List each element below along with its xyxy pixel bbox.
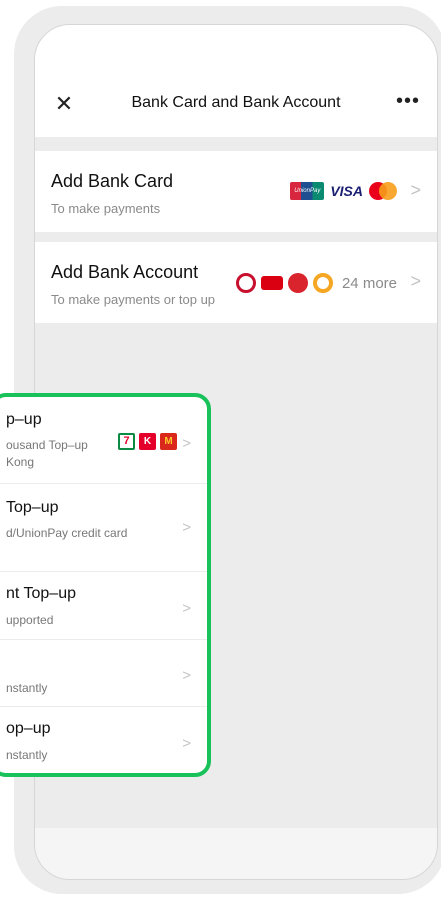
card-logos: UnionPay VISA: [290, 181, 397, 201]
topup-option-title: nt Top–up: [6, 585, 76, 602]
topup-option-subtitle: nstantly: [6, 681, 48, 695]
unionpay-logo: UnionPay: [290, 182, 325, 200]
more-banks-count: 24 more: [341, 274, 397, 292]
store-logos: 7 K M: [118, 433, 177, 450]
mcdonalds-logo: M: [160, 433, 177, 450]
topup-option-subtitle: ousand Top–up: [6, 438, 88, 452]
visa-logo: VISA: [330, 183, 363, 199]
chevron-right-icon: >: [182, 435, 191, 452]
topup-option-title: p–up: [6, 411, 42, 428]
hang-seng-logo: [287, 273, 308, 293]
hsbc-logo: [260, 276, 283, 290]
topup-option-5[interactable]: op–up nstantly >: [0, 706, 207, 773]
circle-k-logo: K: [139, 433, 156, 450]
add-bank-account-title: Add Bank Account: [51, 262, 199, 282]
topup-option-subtitle: d/UnionPay credit card: [6, 526, 128, 540]
top-up-options-overlay: p–up ousand Top–up Kong 7 K M > Top–up d…: [0, 393, 211, 777]
page-title: Bank Card and Bank Account: [131, 94, 341, 111]
add-bank-card-subtitle: To make payments: [51, 201, 161, 216]
chevron-right-icon: >: [410, 180, 421, 200]
add-bank-account-row[interactable]: Add Bank Account To make payments or top…: [35, 242, 437, 323]
topup-option-subtitle: upported: [6, 613, 54, 627]
add-bank-card-title: Add Bank Card: [51, 171, 174, 191]
topup-option-subtitle: nstantly: [6, 748, 48, 762]
topup-option-subtitle-2: Kong: [6, 455, 35, 469]
topup-option-title: op–up: [6, 720, 51, 737]
chevron-right-icon: >: [410, 271, 421, 291]
chevron-right-icon: >: [182, 667, 191, 684]
navigation-bar: ✕ Bank Card and Bank Account •••: [35, 75, 437, 137]
boc-logo: [235, 273, 256, 293]
topup-option-2[interactable]: Top–up d/UnionPay credit card >: [0, 483, 207, 572]
add-bank-account-subtitle: To make payments or top up: [51, 292, 216, 307]
bank-logos: 24 more: [235, 272, 397, 294]
more-icon[interactable]: •••: [393, 89, 423, 119]
add-bank-card-row[interactable]: Add Bank Card To make payments UnionPay …: [35, 151, 437, 232]
status-area: [35, 25, 437, 75]
close-icon[interactable]: ✕: [51, 91, 77, 117]
chevron-right-icon: >: [182, 519, 191, 536]
chevron-right-icon: >: [182, 735, 191, 752]
mastercard-logo: [369, 182, 397, 200]
chevron-right-icon: >: [182, 600, 191, 617]
other-bank-logo: [312, 273, 333, 293]
topup-option-4[interactable]: nstantly >: [0, 639, 207, 707]
topup-option-title: Top–up: [6, 499, 59, 516]
7-eleven-logo: 7: [118, 433, 135, 450]
topup-option-1[interactable]: p–up ousand Top–up Kong 7 K M >: [0, 397, 207, 484]
topup-option-3[interactable]: nt Top–up upported >: [0, 571, 207, 640]
bottom-area: [35, 828, 437, 879]
